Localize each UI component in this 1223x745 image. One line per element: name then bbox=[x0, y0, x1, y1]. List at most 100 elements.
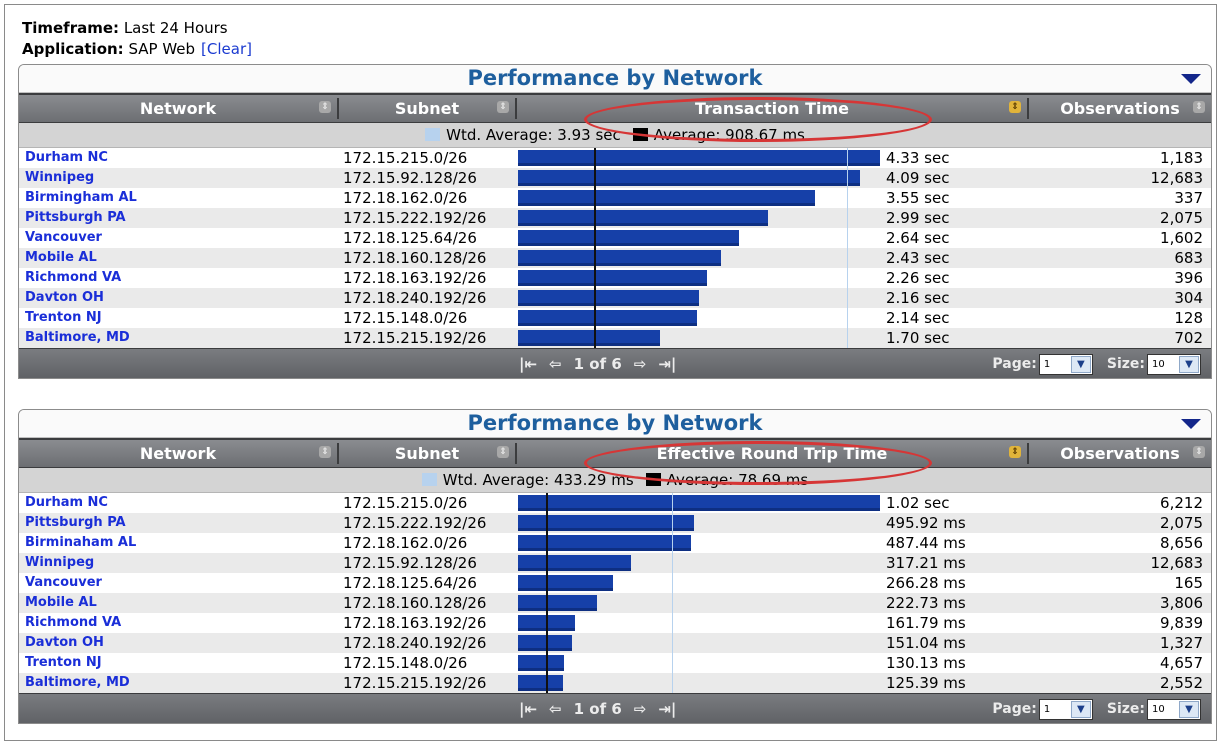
metric-bar bbox=[518, 595, 597, 611]
column-header-observations[interactable]: Observations ⇕ bbox=[1029, 440, 1211, 467]
average-text: Average: 908.67 ms bbox=[653, 126, 805, 144]
network-link[interactable]: Richmond VA bbox=[25, 268, 121, 288]
table-row: Winnipeg 172.15.92.128/26 317.21 ms 12,683 bbox=[19, 553, 1211, 573]
page-select[interactable]: 1 ▼ bbox=[1038, 354, 1093, 375]
subnet-value: 172.18.163.192/26 bbox=[343, 614, 487, 632]
observations-value: 1,327 bbox=[1160, 634, 1203, 652]
network-link[interactable]: Birmingham AL bbox=[25, 188, 137, 208]
size-select[interactable]: 10 ▼ bbox=[1147, 354, 1201, 375]
network-link[interactable]: Pittsburgh PA bbox=[25, 208, 126, 228]
sort-icon[interactable]: ⇕ bbox=[1009, 101, 1021, 113]
column-header-observations[interactable]: Observations ⇕ bbox=[1029, 95, 1211, 122]
prev-page-icon[interactable]: ⇦ bbox=[549, 355, 562, 373]
next-page-icon[interactable]: ⇨ bbox=[634, 355, 647, 373]
observations-value: 2,075 bbox=[1160, 514, 1203, 532]
average-text: Average: 78.69 ms bbox=[666, 471, 809, 489]
subnet-value: 172.15.215.0/26 bbox=[343, 149, 468, 167]
page-select[interactable]: 1 ▼ bbox=[1038, 699, 1093, 720]
network-link[interactable]: Trenton NJ bbox=[25, 653, 102, 673]
network-link[interactable]: Vancouver bbox=[25, 573, 102, 593]
clear-filter-link[interactable]: [Clear] bbox=[201, 40, 252, 58]
column-header-network[interactable]: Network ⇕ bbox=[19, 440, 337, 467]
sort-icon[interactable]: ⇕ bbox=[1193, 101, 1205, 113]
metric-bar bbox=[518, 495, 880, 511]
column-header-label: Transaction Time bbox=[694, 99, 850, 118]
metric-bar bbox=[518, 150, 880, 166]
metric-bar bbox=[518, 290, 699, 306]
chevron-down-icon[interactable]: ▼ bbox=[1070, 356, 1091, 373]
network-link[interactable]: Davton OH bbox=[25, 633, 104, 653]
table-row: Mobile AL 172.18.160.128/26 2.43 sec 683 bbox=[19, 248, 1211, 268]
table-row: Vancouver 172.18.125.64/26 266.28 ms 165 bbox=[19, 573, 1211, 593]
collapse-triangle-icon[interactable] bbox=[1181, 74, 1201, 84]
network-link[interactable]: Mobile AL bbox=[25, 593, 97, 613]
panel-title: Performance by Network bbox=[19, 65, 1211, 93]
observations-value: 6,212 bbox=[1160, 494, 1203, 512]
metric-bar bbox=[518, 190, 815, 206]
network-link[interactable]: Winnipeg bbox=[25, 168, 94, 188]
prev-page-icon[interactable]: ⇦ bbox=[549, 700, 562, 718]
subnet-value: 172.15.92.128/26 bbox=[343, 554, 477, 572]
network-link[interactable]: Vancouver bbox=[25, 228, 102, 248]
column-header-subnet[interactable]: Subnet ⇕ bbox=[339, 95, 515, 122]
metric-value: 487.44 ms bbox=[886, 534, 966, 552]
sort-icon[interactable]: ⇕ bbox=[1193, 446, 1205, 458]
timeframe-line: Timeframe: Last 24 Hours bbox=[22, 18, 252, 39]
network-link[interactable]: Davton OH bbox=[25, 288, 104, 308]
network-link[interactable]: Baltimore, MD bbox=[25, 328, 130, 348]
panel-title: Performance by Network bbox=[19, 410, 1211, 438]
subnet-value: 172.15.148.0/26 bbox=[343, 309, 468, 327]
first-page-icon[interactable]: |⇤ bbox=[519, 700, 537, 718]
sort-icon[interactable]: ⇕ bbox=[319, 446, 331, 458]
chevron-down-icon[interactable]: ▼ bbox=[1179, 356, 1199, 373]
network-link[interactable]: Trenton NJ bbox=[25, 308, 102, 328]
network-link[interactable]: Durham NC bbox=[25, 493, 108, 513]
panel-title-text: Performance by Network bbox=[467, 66, 763, 90]
column-header-network[interactable]: Network ⇕ bbox=[19, 95, 337, 122]
page-indicator: 1 of 6 bbox=[573, 355, 622, 373]
column-header-label: Observations bbox=[1060, 444, 1180, 463]
next-page-icon[interactable]: ⇨ bbox=[634, 700, 647, 718]
network-link[interactable]: Durham NC bbox=[25, 148, 108, 168]
metric-value: 495.92 ms bbox=[886, 514, 966, 532]
sort-icon[interactable]: ⇕ bbox=[1009, 446, 1021, 458]
table-row: Davton OH 172.18.240.192/26 151.04 ms 1,327 bbox=[19, 633, 1211, 653]
network-link[interactable]: Richmond VA bbox=[25, 613, 121, 633]
observations-value: 304 bbox=[1174, 289, 1203, 307]
page-indicator: 1 of 6 bbox=[573, 700, 622, 718]
metric-value: 2.99 sec bbox=[886, 209, 950, 227]
observations-value: 9,839 bbox=[1160, 614, 1203, 632]
column-header-subnet[interactable]: Subnet ⇕ bbox=[339, 440, 515, 467]
wtd-average-swatch-icon bbox=[421, 473, 437, 486]
table-row: Richmond VA 172.18.163.192/26 161.79 ms 9,8… bbox=[19, 613, 1211, 633]
sort-icon[interactable]: ⇕ bbox=[319, 101, 331, 113]
size-select[interactable]: 10 ▼ bbox=[1147, 699, 1201, 720]
chevron-down-icon[interactable]: ▼ bbox=[1179, 701, 1199, 718]
chevron-down-icon[interactable]: ▼ bbox=[1070, 701, 1091, 718]
network-link[interactable]: Winnipeg bbox=[25, 553, 94, 573]
column-header-metric[interactable]: Effective Round Trip Time ⇕ bbox=[517, 440, 1027, 467]
metric-value: 2.64 sec bbox=[886, 229, 950, 247]
size-label: Size: bbox=[1106, 356, 1145, 372]
table-row: Mobile AL 172.18.160.128/26 222.73 ms 3,806 bbox=[19, 593, 1211, 613]
sort-icon[interactable]: ⇕ bbox=[497, 446, 509, 458]
wtd-average-line bbox=[847, 148, 848, 348]
collapse-triangle-icon[interactable] bbox=[1181, 419, 1201, 429]
last-page-icon[interactable]: ⇥| bbox=[658, 355, 676, 373]
column-header-metric[interactable]: Transaction Time ⇕ bbox=[517, 95, 1027, 122]
observations-value: 2,075 bbox=[1160, 209, 1203, 227]
last-page-icon[interactable]: ⇥| bbox=[658, 700, 676, 718]
average-line bbox=[546, 493, 548, 693]
metric-bar bbox=[518, 675, 563, 691]
network-link[interactable]: Baltimore, MD bbox=[25, 673, 130, 693]
network-link[interactable]: Pittsburgh PA bbox=[25, 513, 126, 533]
network-link[interactable]: Mobile AL bbox=[25, 248, 97, 268]
observations-value: 1,183 bbox=[1160, 149, 1203, 167]
table-row: Vancouver 172.18.125.64/26 2.64 sec 1,602 bbox=[19, 228, 1211, 248]
column-header-label: Subnet bbox=[394, 444, 460, 463]
average-legend: Wtd. Average: 433.29 ms Average: 78.69 ms bbox=[19, 468, 1211, 493]
network-link[interactable]: Birminaham AL bbox=[25, 533, 136, 553]
first-page-icon[interactable]: |⇤ bbox=[519, 355, 537, 373]
page-label: Page: bbox=[992, 356, 1037, 372]
sort-icon[interactable]: ⇕ bbox=[497, 101, 509, 113]
